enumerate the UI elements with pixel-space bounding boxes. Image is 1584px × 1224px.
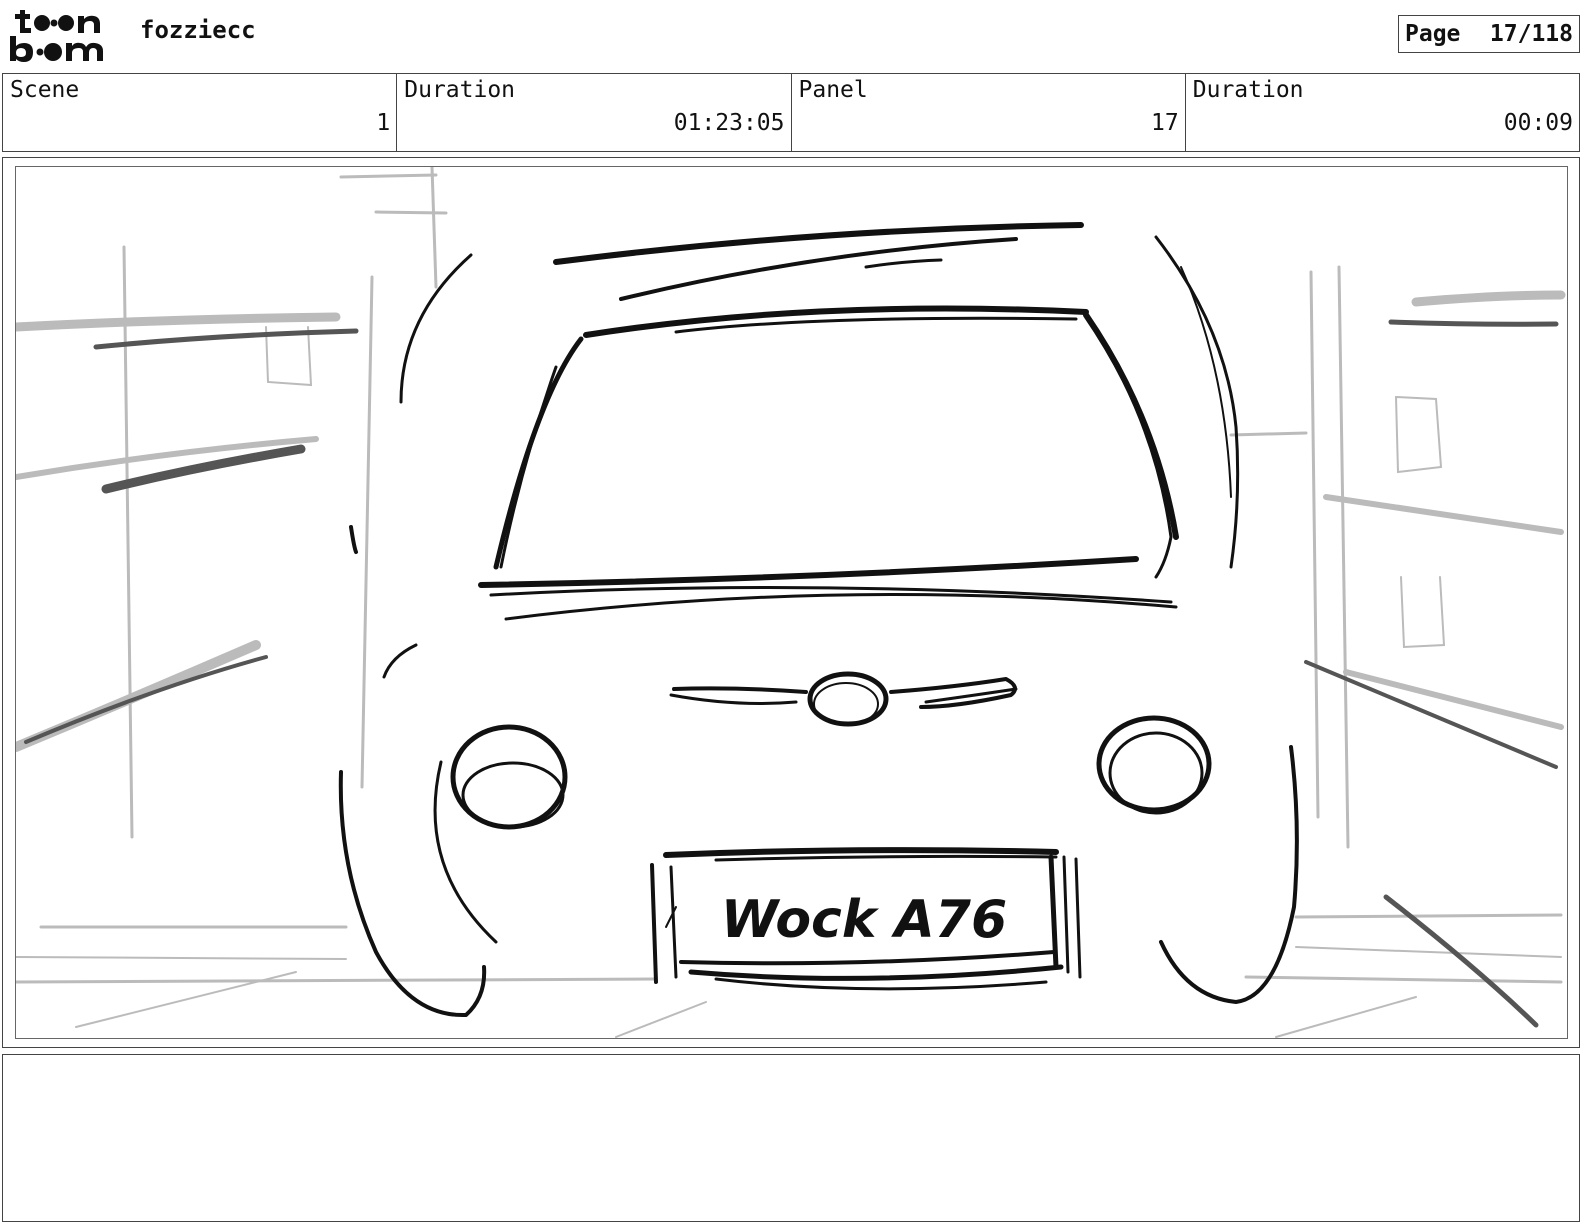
page-value: 17/118 [1489,21,1573,47]
panel-frame: Wock A76 [2,157,1580,1048]
toonboom-logo [10,10,103,62]
page-indicator: Page 17/118 [1398,15,1580,53]
page-label: Page [1405,21,1461,47]
panel-duration-label: Duration [1192,77,1304,103]
car-sketch: Wock A76 [16,167,1566,1038]
panel-label: Panel [798,77,868,103]
scene-value: 1 [376,110,391,136]
info-bar: Scene 1 Duration 01:23:05 Panel 17 Durat… [2,73,1580,152]
panel-duration-cell: Duration 00:09 [1186,74,1579,151]
panel-value: 17 [1151,110,1179,136]
panel-drawing-area: Wock A76 [15,166,1568,1039]
project-name: fozziecc [140,16,256,44]
license-plate-text: Wock A76 [721,890,1007,950]
panel-duration-value: 00:09 [1503,110,1573,136]
scene-duration-cell: Duration 01:23:05 [397,74,792,151]
scene-duration-value: 01:23:05 [673,110,785,136]
panel-notes-area [2,1054,1580,1222]
scene-cell: Scene 1 [3,74,398,151]
scene-label: Scene [10,77,80,103]
panel-cell: Panel 17 [792,74,1186,151]
scene-duration-label: Duration [404,77,516,103]
